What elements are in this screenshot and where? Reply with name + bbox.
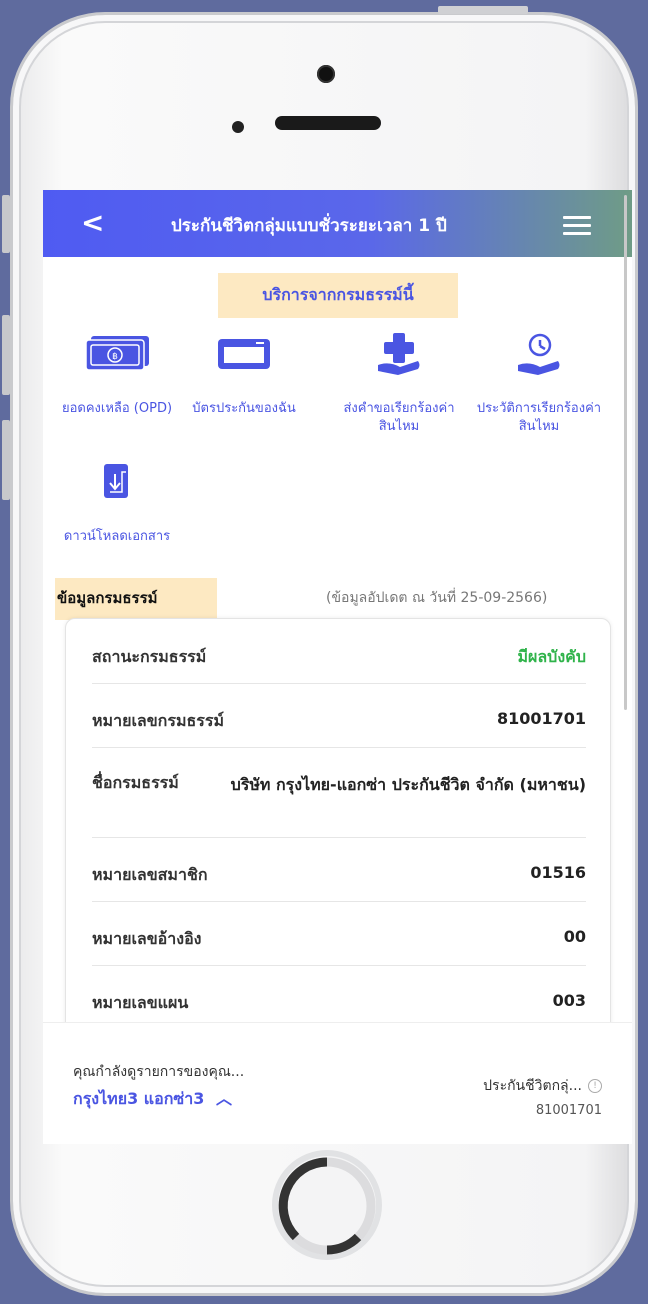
money-icon: ฿ [51, 330, 183, 378]
policy-row-name: ชื่อกรมธรรม์ บริษัท กรุงไทย-แอกซ่า ประกั… [92, 747, 586, 838]
row-label: สถานะกรมธรรม์ [92, 647, 207, 666]
page-title: ประกันชีวิตกลุ่มแบบชั่วระยะเวลา 1 ปี [171, 216, 447, 236]
volume-up-button [2, 315, 10, 395]
service-label: ยอดคงเหลือ (OPD) [61, 401, 173, 416]
app-screen: < ประกันชีวิตกลุ่มแบบชั่วระยะเวลา 1 ปี บ… [43, 190, 632, 1144]
service-download-document[interactable]: ดาวน์โหลดเอกสาร [51, 458, 183, 546]
footer-policy-number: 81001701 [535, 1103, 602, 1118]
service-label: ประวัติการเรียกร้องค่าสินไหม [476, 401, 602, 434]
product-name: ประกันชีวิตกลุ่...! [483, 1075, 602, 1097]
row-value: บริษัท กรุงไทย-แอกซ่า ประกันชีวิต จำกัด … [230, 775, 586, 794]
download-document-icon [51, 458, 183, 506]
policy-info-card: สถานะกรมธรรม์ มีผลบังคับ หมายเลขกรมธรรม์… [65, 618, 611, 1080]
row-label: หมายเลขอ้างอิง [92, 929, 202, 948]
policy-row-number: หมายเลขกรมธรรม์ 81001701 [92, 683, 586, 748]
earpiece-speaker [275, 116, 381, 130]
claim-history-icon [473, 330, 605, 378]
row-label: ชื่อกรมธรรม์ [92, 773, 179, 792]
row-value: 01516 [530, 863, 586, 882]
policy-row-plan: หมายเลขแผน 003 [92, 965, 586, 1029]
service-submit-claim[interactable]: ส่งคำขอเรียกร้องค่าสินไหม [333, 330, 465, 436]
service-balance-opd[interactable]: ฿ ยอดคงเหลือ (OPD) [51, 330, 183, 418]
app-header: < ประกันชีวิตกลุ่มแบบชั่วระยะเวลา 1 ปี [43, 190, 632, 257]
account-selector[interactable]: กรุงไทย3 แอกซ่า3 ︿ [73, 1085, 232, 1112]
viewing-hint: คุณกำลังดูรายการของคุณ... [73, 1064, 245, 1080]
sensor-dot [232, 121, 244, 133]
policy-info-title: ข้อมูลกรมธรรม์ [55, 578, 217, 620]
chevron-up-icon: ︿ [215, 1089, 232, 1108]
row-label: หมายเลขแผน [92, 993, 189, 1012]
power-button [438, 6, 528, 14]
service-claim-history[interactable]: ประวัติการเรียกร้องค่าสินไหม [473, 330, 605, 436]
product-label: ประกันชีวิตกลุ่... [483, 1078, 582, 1094]
volume-down-button [2, 420, 10, 500]
chevron-left-icon[interactable]: < [81, 208, 104, 238]
scrollbar[interactable] [624, 195, 627, 710]
card-icon [178, 330, 310, 378]
loading-spinner-icon [278, 1157, 376, 1255]
service-label: บัตรประกันของฉัน [192, 401, 296, 416]
service-label: ส่งคำขอเรียกร้องค่าสินไหม [343, 401, 455, 434]
row-value: 81001701 [496, 709, 586, 728]
status-badge: มีผลบังคับ [517, 647, 586, 666]
hamburger-menu-icon[interactable] [563, 216, 591, 240]
account-switcher-bar[interactable]: คุณกำลังดูรายการของคุณ... กรุงไทย3 แอกซ่… [43, 1022, 632, 1144]
service-label: ดาวน์โหลดเอกสาร [63, 529, 171, 544]
silent-switch [2, 195, 10, 253]
front-camera [317, 65, 335, 83]
info-icon[interactable]: ! [588, 1079, 602, 1093]
policy-row-status: สถานะกรมธรรม์ มีผลบังคับ [92, 619, 586, 684]
row-label: หมายเลขสมาชิก [92, 865, 208, 884]
updated-date: (ข้อมูลอัปเดต ณ วันที่ 25-09-2566) [326, 590, 548, 606]
row-value: 00 [563, 927, 586, 946]
service-my-card[interactable]: บัตรประกันของฉัน [178, 330, 310, 418]
svg-text:฿: ฿ [112, 352, 118, 362]
row-value: 003 [552, 991, 586, 1010]
medical-claim-icon [333, 330, 465, 378]
policy-row-member-number: หมายเลขสมาชิก 01516 [92, 837, 586, 902]
account-name: กรุงไทย3 แอกซ่า3 [73, 1089, 205, 1108]
services-title: บริการจากกรมธรรม์นี้ [218, 273, 458, 318]
row-label: หมายเลขกรมธรรม์ [92, 711, 224, 730]
policy-row-reference: หมายเลขอ้างอิง 00 [92, 901, 586, 966]
